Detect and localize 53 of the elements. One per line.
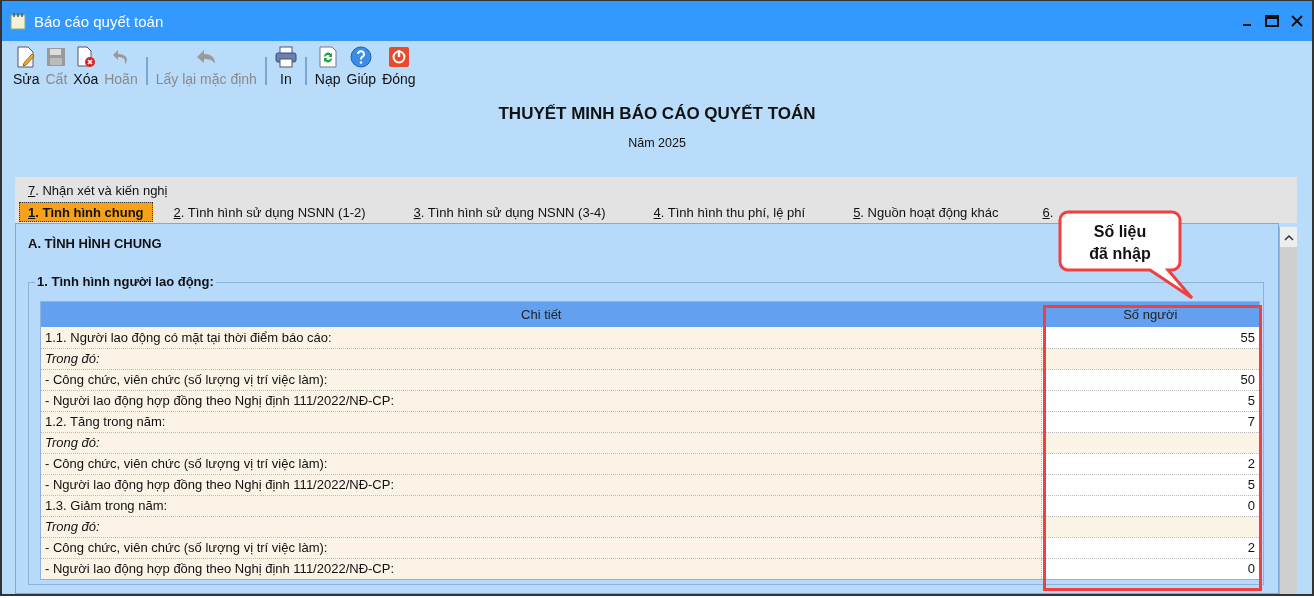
- column-header: Chi tiết: [40, 301, 1042, 327]
- table-cell: Trong đó:: [40, 516, 1042, 537]
- number-input[interactable]: 5: [1041, 474, 1260, 495]
- refresh-document-icon: [318, 46, 337, 68]
- tab[interactable]: 4. Tình hình thu phí, lệ phí: [644, 202, 815, 222]
- section-title: A. TÌNH HÌNH CHUNG: [28, 236, 163, 251]
- tab[interactable]: 1. Tình hình chung: [19, 202, 153, 222]
- table-cell: - Công chức, viên chức (số lượng vị trí việc làm):: [40, 537, 1042, 558]
- window-title: Báo cáo quyết toán: [34, 12, 165, 30]
- delete-document-icon: [75, 46, 96, 68]
- table-cell: Trong đó:: [40, 432, 1042, 453]
- report-title: THUYẾT MINH BÁO CÁO QUYẾT TOÁN: [498, 104, 816, 124]
- help-icon: [350, 46, 373, 68]
- number-input[interactable]: 2: [1041, 453, 1260, 474]
- table-cell: - Người lao động hợp đồng theo Nghị định 111/2022/NĐ-CP:: [40, 558, 1042, 579]
- toolbar-button[interactable]: Sửa: [10, 43, 43, 91]
- maximize-icon[interactable]: [1264, 14, 1280, 28]
- table-cell: Trong đó:: [40, 348, 1042, 369]
- edit-document-icon: [16, 46, 37, 68]
- close-icon[interactable]: [1290, 14, 1304, 28]
- number-input[interactable]: 50: [1041, 369, 1260, 390]
- scrollbar[interactable]: [1279, 227, 1297, 594]
- tab[interactable]: 6.: [1033, 202, 1055, 222]
- toolbar-button[interactable]: Xóa: [70, 43, 102, 91]
- number-input[interactable]: 0: [1041, 558, 1260, 579]
- table-cell: - Người lao động hợp đồng theo Nghị định 111/2022/NĐ-CP:: [40, 474, 1042, 495]
- printer-icon: [274, 46, 297, 68]
- tab[interactable]: 5. Nguồn hoạt động khác: [844, 202, 1008, 222]
- toolbar-button[interactable]: Đóng: [379, 43, 419, 91]
- tab[interactable]: 7. Nhận xét và kiến nghị: [19, 180, 177, 200]
- back-arrow-icon: [195, 48, 218, 66]
- toolbar-button[interactable]: Giúp: [343, 43, 380, 91]
- callout-text: Số liệu đã nhập: [1088, 222, 1152, 264]
- toolbar-button[interactable]: In: [271, 43, 300, 91]
- toolbar-button[interactable]: Nạp: [311, 43, 344, 91]
- scroll-up-icon[interactable]: [1283, 233, 1294, 241]
- table-cell: 1.2. Tăng trong năm:: [40, 411, 1042, 432]
- table-cell: - Người lao động hợp đồng theo Nghị định 111/2022/NĐ-CP:: [40, 390, 1042, 411]
- power-icon: [387, 46, 410, 68]
- table-cell: - Công chức, viên chức (số lượng vị trí việc làm):: [40, 369, 1042, 390]
- notepad-icon: [10, 12, 26, 30]
- number-input[interactable]: 0: [1041, 495, 1260, 516]
- report-year: Năm 2025: [628, 136, 686, 150]
- number-input[interactable]: 2: [1041, 537, 1260, 558]
- number-input[interactable]: 55: [1041, 327, 1260, 348]
- number-input[interactable]: 7: [1041, 411, 1260, 432]
- number-input[interactable]: 5: [1041, 390, 1260, 411]
- tab[interactable]: 3. Tình hình sử dụng NSNN (3-4): [404, 202, 615, 222]
- table-cell: 1.1. Người lao động có mặt tại thời điểm báo cáo:: [40, 327, 1042, 348]
- table-cell: - Công chức, viên chức (số lượng vị trí việc làm):: [40, 453, 1042, 474]
- table-cell: 1.3. Giảm trong năm:: [40, 495, 1042, 516]
- tab[interactable]: 2. Tình hình sử dụng NSNN (1-2): [164, 202, 375, 222]
- group-legend: 1. Tình hình người lao động:: [35, 274, 216, 289]
